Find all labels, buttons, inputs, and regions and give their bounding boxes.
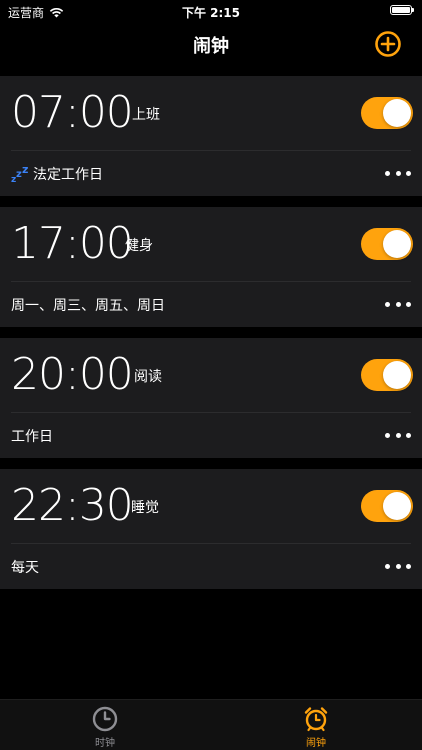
alarm-footer: 周一、周三、周五、周日: [11, 282, 411, 327]
alarm-footer: z z z 法定工作日: [11, 151, 411, 196]
alarm-repeat: 周一、周三、周五、周日: [11, 295, 165, 315]
more-button[interactable]: [385, 556, 411, 576]
alarm-time: 07:00: [11, 87, 134, 138]
zzz-icon: z z z: [11, 165, 28, 183]
alarm-header: 07:00 上班: [11, 76, 413, 150]
alarm-card[interactable]: 07:00 上班 z z z 法定工作日: [0, 76, 422, 196]
tab-label: 闹钟: [306, 738, 326, 749]
battery-icon: [390, 5, 414, 15]
toggle-knob: [383, 230, 411, 258]
alarm-label: 阅读: [134, 369, 162, 385]
alarm-card[interactable]: 20:00 阅读 工作日: [0, 338, 422, 458]
alarm-time: 22:30: [11, 480, 134, 531]
tab-bar: 时钟 闹钟: [0, 699, 422, 750]
alarm-clock-icon: [304, 707, 328, 732]
tab-alarm[interactable]: 闹钟: [286, 706, 346, 749]
alarm-label: 健身: [125, 238, 153, 254]
alarm-header: 17:00 健身: [11, 207, 413, 281]
more-button[interactable]: [385, 163, 411, 183]
add-alarm-button[interactable]: [374, 30, 402, 58]
nav-bar: 闹钟: [0, 22, 422, 66]
alarm-time: 20:00: [11, 349, 134, 400]
alarm-footer: 每天: [11, 544, 411, 589]
page-title: 闹钟: [193, 36, 229, 57]
alarm-toggle[interactable]: [361, 97, 413, 129]
svg-text:z: z: [22, 165, 28, 176]
toggle-knob: [383, 99, 411, 127]
alarm-repeat: z z z 法定工作日: [11, 164, 103, 184]
toggle-knob: [383, 361, 411, 389]
battery-fill: [392, 7, 410, 13]
alarm-toggle[interactable]: [361, 228, 413, 260]
repeat-label: 工作日: [11, 429, 53, 445]
repeat-label: 周一、周三、周五、周日: [11, 298, 165, 314]
alarm-card[interactable]: 22:30 睡觉 每天: [0, 469, 422, 589]
alarm-repeat: 每天: [11, 557, 39, 577]
alarm-toggle[interactable]: [361, 490, 413, 522]
tab-clock[interactable]: 时钟: [75, 706, 135, 749]
plus-circle-icon: [375, 31, 401, 57]
alarm-toggle[interactable]: [361, 359, 413, 391]
clock-icon: [92, 706, 118, 732]
alarm-card[interactable]: 17:00 健身 周一、周三、周五、周日: [0, 207, 422, 327]
more-button[interactable]: [385, 294, 411, 314]
tab-label: 时钟: [95, 738, 115, 749]
alarm-header: 22:30 睡觉: [11, 469, 413, 543]
alarm-header: 20:00 阅读: [11, 338, 413, 412]
repeat-label: 法定工作日: [33, 167, 103, 183]
status-time: 下午 2:15: [181, 6, 241, 20]
alarm-list: 07:00 上班 z z z 法定工作日 17:00 健身 周一、周三、周五、周…: [0, 76, 422, 600]
alarm-label: 上班: [132, 107, 160, 123]
alarm-footer: 工作日: [11, 413, 411, 458]
toggle-knob: [383, 492, 411, 520]
status-bar: 运营商 下午 2:15: [0, 0, 422, 22]
alarm-repeat: 工作日: [11, 426, 53, 446]
more-button[interactable]: [385, 425, 411, 445]
repeat-label: 每天: [11, 560, 39, 576]
alarm-time: 17:00: [11, 218, 134, 269]
alarm-label: 睡觉: [131, 500, 159, 516]
